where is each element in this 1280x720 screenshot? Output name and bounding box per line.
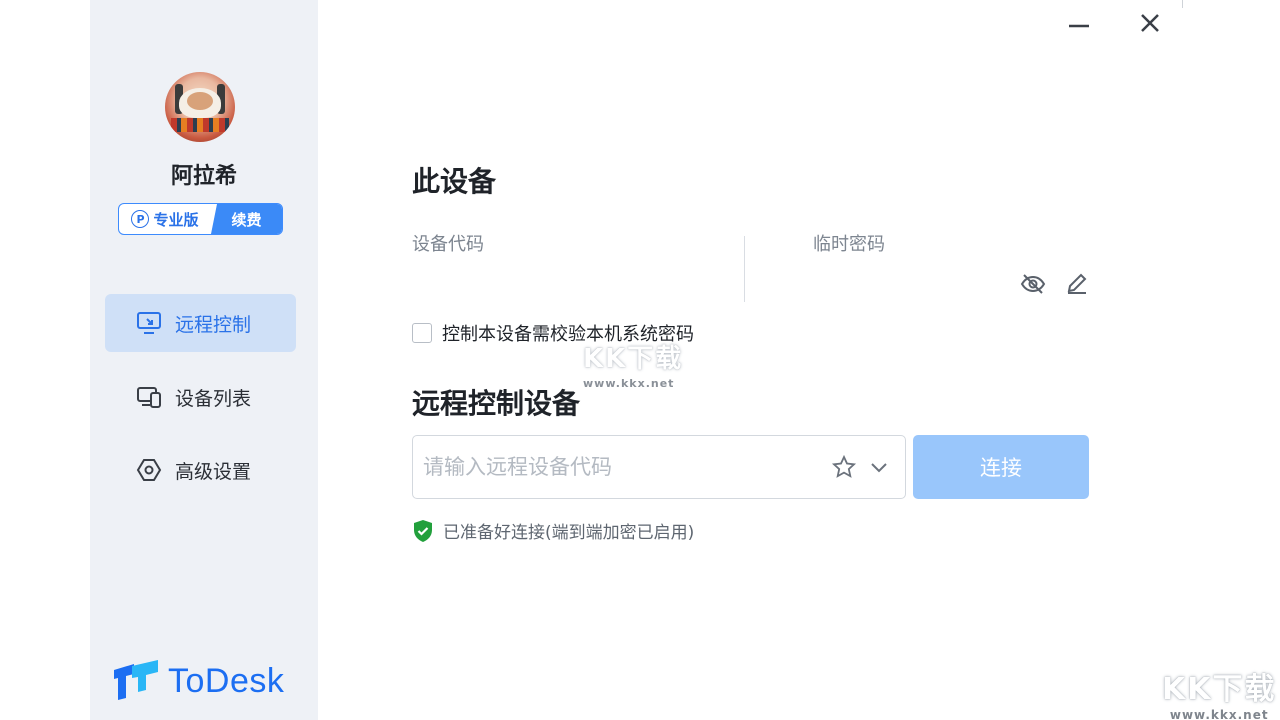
status-text: 已准备好连接(端到端加密已启用) xyxy=(443,523,695,543)
divider xyxy=(744,236,745,302)
remote-code-input[interactable] xyxy=(423,455,831,479)
star-icon[interactable] xyxy=(831,454,857,480)
nav-label: 高级设置 xyxy=(175,460,252,483)
remote-control-title: 远程控制设备 xyxy=(412,387,581,420)
watermark: KK下载 www.kkx.net xyxy=(583,338,683,390)
watermark-corner: KK下载 www.kkx.net xyxy=(1162,664,1277,720)
close-icon xyxy=(1141,14,1159,32)
connection-status: 已准备好连接(端到端加密已启用) xyxy=(412,518,694,543)
chevron-down-icon[interactable] xyxy=(867,455,891,479)
watermark-url: www.kkx.net xyxy=(583,377,675,390)
nav-label: 设备列表 xyxy=(175,387,252,410)
nav-item-advanced-settings[interactable]: 高级设置 xyxy=(105,441,296,499)
minimize-button[interactable] xyxy=(1059,8,1099,38)
edition-badge: P 专业版 续费 xyxy=(118,203,283,235)
close-button[interactable] xyxy=(1130,8,1170,38)
logo-text: ToDesk xyxy=(168,661,285,700)
renew-button[interactable]: 续费 xyxy=(211,204,282,234)
remote-code-field[interactable] xyxy=(412,435,906,499)
devices-icon xyxy=(137,387,161,408)
todesk-logo-icon xyxy=(114,660,158,700)
todesk-window: 阿拉希 P 专业版 续费 远程控制 设备列表 高级设置 ToDesk 此设备 设… xyxy=(0,0,1280,720)
this-device-title: 此设备 xyxy=(412,165,497,198)
nav-item-device-list[interactable]: 设备列表 xyxy=(105,368,296,426)
settings-hexagon-icon xyxy=(136,459,162,481)
temp-password-label: 临时密码 xyxy=(813,234,885,255)
watermark-url: www.kkx.net xyxy=(1169,708,1269,720)
pro-p-icon: P xyxy=(131,210,150,228)
shield-check-icon xyxy=(414,519,432,542)
connect-button[interactable]: 连接 xyxy=(913,435,1089,499)
edit-password-icon[interactable] xyxy=(1064,270,1090,296)
device-code-label: 设备代码 xyxy=(412,234,484,255)
window-edge xyxy=(1182,0,1183,8)
edition-text: 专业版 xyxy=(153,210,199,229)
verify-password-checkbox[interactable] xyxy=(412,323,432,343)
monitor-remote-icon xyxy=(137,312,161,334)
hide-password-icon[interactable] xyxy=(1019,270,1047,298)
nav-label: 远程控制 xyxy=(175,313,252,336)
nav-item-remote-control[interactable]: 远程控制 xyxy=(105,294,296,352)
minimize-icon xyxy=(1069,24,1089,28)
watermark-text: KK下载 xyxy=(583,344,684,374)
todesk-logo: ToDesk xyxy=(112,660,284,702)
watermark-text: KK下载 xyxy=(1162,672,1277,707)
username: 阿拉希 xyxy=(170,164,237,189)
edition-label: P 专业版 xyxy=(119,204,211,234)
sidebar: 阿拉希 P 专业版 续费 远程控制 设备列表 高级设置 ToDesk xyxy=(90,0,318,720)
avatar[interactable] xyxy=(165,72,235,142)
